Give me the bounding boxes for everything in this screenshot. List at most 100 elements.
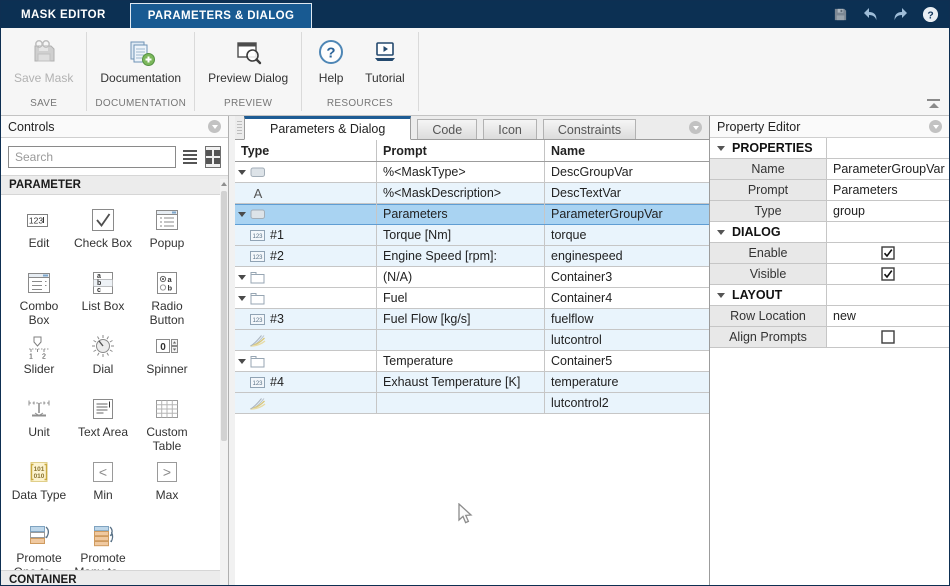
expander-icon[interactable] <box>235 275 249 280</box>
control-item-max[interactable]: > Max <box>135 457 199 513</box>
svg-text:?: ? <box>327 45 336 62</box>
table-row[interactable]: Fuel Container4 <box>235 288 709 309</box>
tab-code[interactable]: Code <box>417 119 477 139</box>
svg-text:>: > <box>163 464 171 480</box>
control-item-spinner[interactable]: 0 Spinner <box>135 331 199 387</box>
control-item-promote-many-to-[interactable]: PromoteMany-to-... <box>71 520 135 576</box>
controls-scrollbar[interactable] <box>220 179 228 585</box>
property-section-dialog[interactable]: DIALOG <box>710 222 949 243</box>
save-icon[interactable] <box>831 6 849 24</box>
property-section-properties[interactable]: PROPERTIES <box>710 138 949 159</box>
type-cell <box>235 162 377 182</box>
redo-icon[interactable] <box>891 6 909 24</box>
control-item-edit[interactable]: 123 Edit <box>7 205 71 261</box>
svg-text:101: 101 <box>34 466 45 473</box>
svg-text:b: b <box>97 280 101 287</box>
control-item-listbox[interactable]: abc List Box <box>71 268 135 324</box>
align-prompts-checkbox[interactable] <box>827 327 949 347</box>
expander-icon[interactable] <box>235 170 249 175</box>
type-cell <box>235 330 377 350</box>
titlebar-tab-mask-editor[interactable]: MASK EDITOR <box>1 1 130 28</box>
customtable-icon <box>152 394 182 424</box>
type-cell: 123#1 <box>235 225 377 245</box>
table-row[interactable]: 123#3 Fuel Flow [kg/s] fuelflow <box>235 309 709 330</box>
expander-icon[interactable] <box>235 296 249 301</box>
help-icon[interactable]: ? <box>921 6 939 24</box>
table-row[interactable]: lutcontrol <box>235 330 709 351</box>
control-item-dial[interactable]: Dial <box>71 331 135 387</box>
preview-dialog-button[interactable]: Preview Dialog <box>199 33 297 88</box>
table-row[interactable]: 123#4 Exhaust Temperature [K] temperatur… <box>235 372 709 393</box>
collapse-property-editor-icon[interactable] <box>929 120 942 133</box>
control-item-datatype[interactable]: 101010 Data Type <box>7 457 71 513</box>
grid-view-button[interactable] <box>205 146 222 168</box>
section-collapse-icon[interactable] <box>717 146 725 151</box>
prompt-cell <box>377 330 545 350</box>
tab-parameters-dialog[interactable]: Parameters & Dialog <box>244 116 411 140</box>
collapse-controls-icon[interactable] <box>208 120 221 133</box>
documentation-button[interactable]: Documentation <box>91 33 190 88</box>
control-item-popup[interactable]: Popup <box>135 205 199 261</box>
tab-constraints[interactable]: Constraints <box>543 119 636 139</box>
type-cell: A <box>235 183 377 203</box>
table-row[interactable]: lutcontrol2 <box>235 393 709 414</box>
collapse-ribbon-icon[interactable] <box>927 99 940 109</box>
table-row[interactable]: 123#1 Torque [Nm] torque <box>235 225 709 246</box>
controls-panel: Controls PARAMETER 123 Edit Check Box Po… <box>1 116 229 585</box>
row-location-value[interactable]: new <box>827 306 949 326</box>
control-item-label: Max <box>156 489 179 503</box>
control-item-textarea[interactable]: Text Area <box>71 394 135 450</box>
property-label: Prompt <box>710 180 827 200</box>
mask-editor-window: MASK EDITOR PARAMETERS & DIALOG ? Save M… <box>0 0 950 586</box>
name-cell: torque <box>545 225 709 245</box>
section-collapse-icon[interactable] <box>717 293 725 298</box>
table-row[interactable]: 123#2 Engine Speed [rpm]: enginespeed <box>235 246 709 267</box>
table-row[interactable]: A %<MaskDescription> DescTextVar <box>235 183 709 204</box>
search-input[interactable] <box>8 146 176 168</box>
container-icon <box>250 292 265 305</box>
svg-text:0: 0 <box>160 342 166 353</box>
ribbon-toolstrip: Save Mask SAVE Documentation DOCUMENTATI… <box>1 28 949 116</box>
property-section-layout[interactable]: LAYOUT <box>710 285 949 306</box>
expander-icon[interactable] <box>235 359 249 364</box>
list-view-button[interactable] <box>182 146 199 168</box>
max-icon: > <box>152 457 182 487</box>
control-item-unit[interactable]: Unit <box>7 394 71 450</box>
tutorial-button[interactable]: Tutorial <box>356 33 414 88</box>
control-item-min[interactable]: < Min <box>71 457 135 513</box>
table-row[interactable]: (N/A) Container3 <box>235 267 709 288</box>
type-value[interactable]: group <box>827 201 949 221</box>
expander-icon[interactable] <box>235 212 249 217</box>
table-row[interactable]: %<MaskType> DescGroupVar <box>235 162 709 183</box>
scroll-up-icon[interactable] <box>221 182 227 186</box>
visible-checkbox[interactable] <box>827 264 949 284</box>
property-row: Align Prompts <box>710 327 949 348</box>
name-cell: Container3 <box>545 267 709 287</box>
titlebar-tab-parameters-dialog[interactable]: PARAMETERS & DIALOG <box>130 3 313 28</box>
table-row[interactable]: Temperature Container5 <box>235 351 709 372</box>
tab-icon[interactable]: Icon <box>483 119 537 139</box>
scrollbar-thumb[interactable] <box>221 191 227 441</box>
promote-one-icon <box>24 520 54 550</box>
enable-checkbox[interactable] <box>827 243 949 263</box>
control-item-combo-box[interactable]: ComboBox <box>7 268 71 324</box>
undo-icon[interactable] <box>861 6 879 24</box>
svg-text:010: 010 <box>34 473 45 480</box>
control-item-radio-button[interactable]: ab RadioButton <box>135 268 199 324</box>
type-cell <box>235 351 377 371</box>
control-item-custom-table[interactable]: CustomTable <box>135 394 199 450</box>
collapse-editor-icon[interactable] <box>689 121 702 134</box>
table-row[interactable]: Parameters ParameterGroupVar <box>235 204 709 225</box>
control-item-promote-one-to-[interactable]: PromoteOne-to-... <box>7 520 71 576</box>
save-mask-button[interactable]: Save Mask <box>5 33 82 88</box>
property-label: Visible <box>710 264 827 284</box>
control-item-slider[interactable]: 12 Slider <box>7 331 71 387</box>
prompt-value[interactable]: Parameters <box>827 180 949 200</box>
name-value[interactable]: ParameterGroupVar <box>827 159 949 179</box>
help-icon: ? <box>316 37 346 67</box>
control-item-checkbox[interactable]: Check Box <box>71 205 135 261</box>
control-item-label: Dial <box>93 363 114 377</box>
help-button[interactable]: ? Help <box>306 33 356 88</box>
button-label: Documentation <box>100 71 181 85</box>
section-collapse-icon[interactable] <box>717 230 725 235</box>
